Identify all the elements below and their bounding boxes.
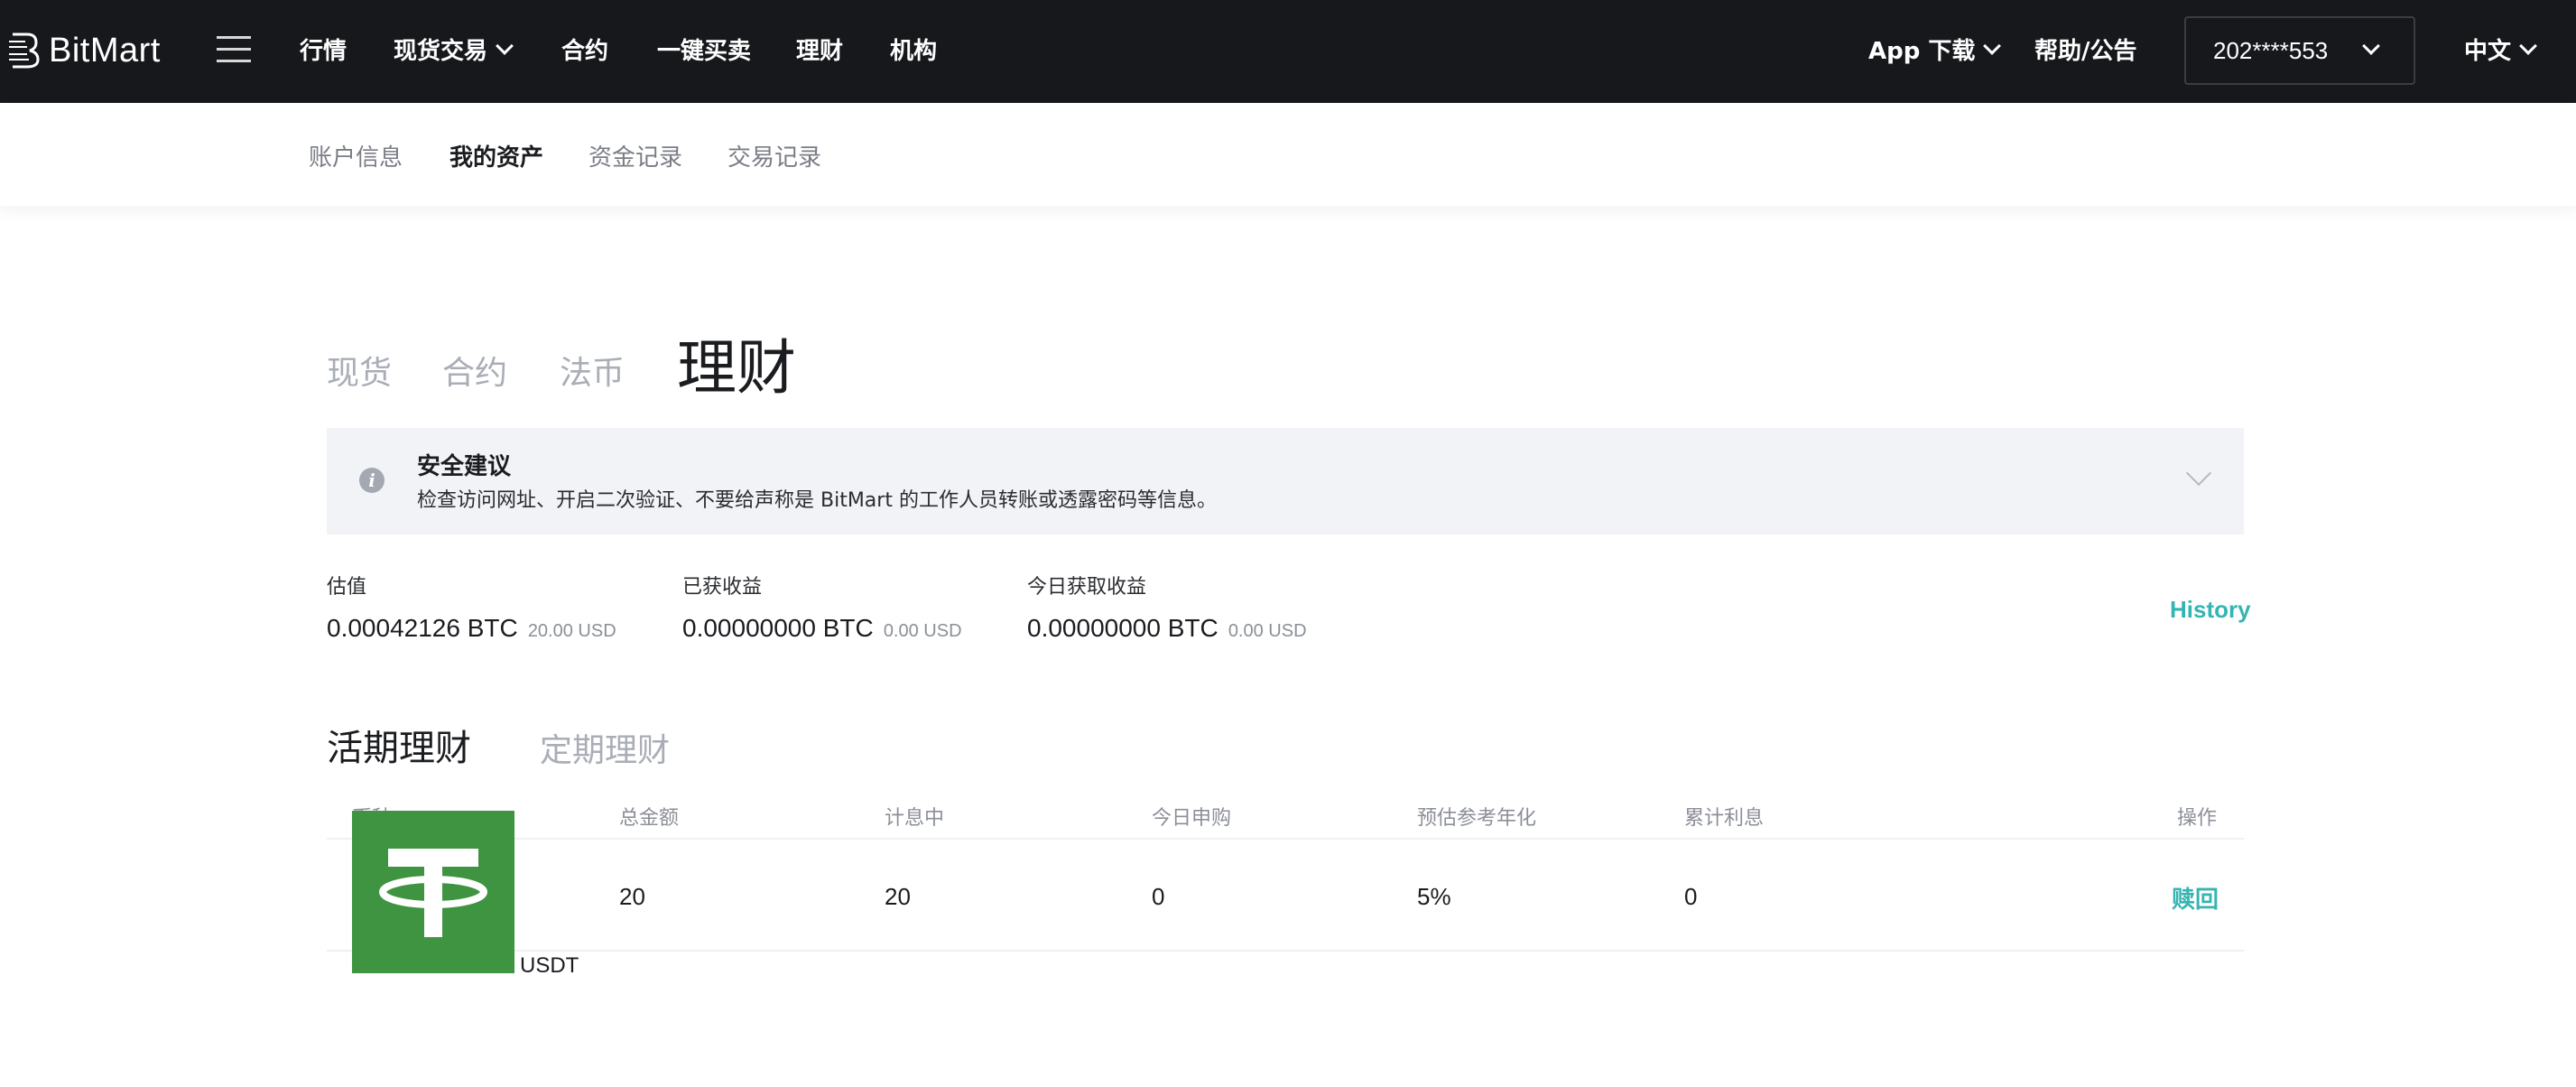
account-dropdown[interactable]: 202****553: [2184, 16, 2415, 85]
language-label: 中文: [2464, 38, 2512, 65]
brand-logo[interactable]: BitMart: [7, 27, 161, 74]
nav-earn[interactable]: 理财: [796, 33, 843, 66]
tab-spot[interactable]: 现货: [327, 347, 392, 394]
brand-name: BitMart: [49, 31, 161, 70]
nav-quick-buy-sell[interactable]: 一键买卖: [657, 33, 751, 66]
account-id: 202****553: [2213, 36, 2329, 64]
help-label: 帮助/公告: [2034, 38, 2137, 65]
table-divider: [327, 838, 2244, 840]
language-selector[interactable]: 中文: [2464, 33, 2537, 66]
nav-earn-label: 理财: [796, 38, 844, 65]
banner-text: 检查访问网址、开启二次验证、不要给声称是 BitMart 的工作人员转账或透露密…: [417, 489, 1217, 512]
tab-contract[interactable]: 合约: [442, 347, 507, 394]
chevron-down-icon: [1983, 36, 2002, 55]
help-announcement-link[interactable]: 帮助/公告: [2034, 33, 2137, 66]
nav-spot-trading[interactable]: 现货交易: [394, 33, 514, 66]
col-header-accumulated: 累计利息: [1684, 807, 1765, 830]
nav-contract-label: 合约: [561, 38, 609, 65]
chevron-down-icon: [2362, 37, 2380, 55]
chevron-down-icon: [496, 36, 514, 55]
col-header-action: 操作: [2177, 807, 2218, 830]
chevron-down-icon[interactable]: [2185, 460, 2212, 487]
nav-institution[interactable]: 机构: [890, 33, 937, 66]
stat-valuation: 估值 0.00042126 BTC 20.00 USD: [327, 571, 616, 643]
col-header-total: 总金额: [619, 807, 680, 830]
usdt-coin-icon: [352, 811, 514, 973]
top-navbar: BitMart 行情 现货交易 合约 一键买卖 理财 机构 App 下载 帮助/…: [0, 0, 2576, 103]
nav-quick-buy-sell-label: 一键买卖: [657, 38, 752, 65]
tab-fiat[interactable]: 法币: [560, 347, 625, 394]
subnav-funding-records[interactable]: 资金记录: [588, 139, 682, 172]
cell-total: 20: [619, 883, 645, 910]
stat-usd-value: 0.00 USD: [1228, 621, 1307, 641]
stat-value-wrap: 0.00000000 BTC 0.00 USD: [1027, 614, 1307, 643]
nav-market-label: 行情: [300, 38, 347, 65]
stat-label: 今日获取收益: [1027, 576, 1147, 599]
banner-title: 安全建议: [417, 453, 512, 480]
nav-institution-label: 机构: [890, 38, 938, 65]
redeem-button[interactable]: 赎回: [2172, 881, 2219, 915]
stat-value: 0.00000000 BTC: [682, 614, 874, 642]
history-link[interactable]: History: [2170, 596, 2251, 624]
stat-value-wrap: 0.00000000 BTC 0.00 USD: [682, 614, 962, 643]
nav-contract[interactable]: 合约: [561, 33, 608, 66]
col-header-today-subscribe: 今日申购: [1152, 807, 1232, 830]
col-header-interest-bearing: 计息中: [885, 807, 945, 830]
bitmart-logo-icon: [9, 33, 40, 69]
subnav-account-info[interactable]: 账户信息: [309, 139, 403, 172]
cell-accumulated: 0: [1684, 883, 1698, 910]
stat-usd-value: 20.00 USD: [527, 621, 616, 641]
info-icon: i: [359, 468, 385, 493]
cell-apy: 5%: [1417, 883, 1451, 910]
cell-today-subscribe: 0: [1152, 883, 1165, 910]
stat-earned: 已获收益 0.00000000 BTC 0.00 USD: [682, 571, 962, 643]
hamburger-icon[interactable]: [217, 36, 251, 63]
nav-market[interactable]: 行情: [300, 33, 347, 66]
security-advice-banner: i 安全建议 检查访问网址、开启二次验证、不要给声称是 BitMart 的工作人…: [327, 428, 2244, 534]
cell-interest-bearing: 20: [885, 883, 911, 910]
stat-label: 估值: [327, 576, 367, 599]
tab-earn[interactable]: 理财: [677, 320, 796, 406]
stat-value: 0.00000000 BTC: [1027, 614, 1219, 642]
chevron-down-icon: [2519, 36, 2537, 55]
app-download-menu[interactable]: App 下载: [1868, 33, 2002, 66]
stat-label: 已获收益: [682, 576, 763, 599]
stat-today-earned: 今日获取收益 0.00000000 BTC 0.00 USD: [1027, 571, 1307, 643]
nav-spot-trading-label: 现货交易: [394, 38, 488, 65]
subnav-my-assets[interactable]: 我的资产: [449, 139, 543, 172]
tab-fixed-savings[interactable]: 定期理财: [540, 724, 670, 771]
col-header-apy: 预估参考年化: [1417, 807, 1537, 830]
stat-usd-value: 0.00 USD: [883, 621, 962, 641]
table-divider: [327, 950, 2244, 952]
cell-coin-name: USDT: [520, 953, 579, 978]
account-subnav: 账户信息 我的资产 资金记录 交易记录: [0, 103, 2576, 206]
app-download-label: App 下载: [1868, 38, 1976, 65]
subnav-trade-records[interactable]: 交易记录: [727, 139, 821, 172]
tab-flexible-savings[interactable]: 活期理财: [327, 719, 471, 771]
stat-value: 0.00042126 BTC: [327, 614, 518, 642]
stat-value-wrap: 0.00042126 BTC 20.00 USD: [327, 614, 616, 643]
